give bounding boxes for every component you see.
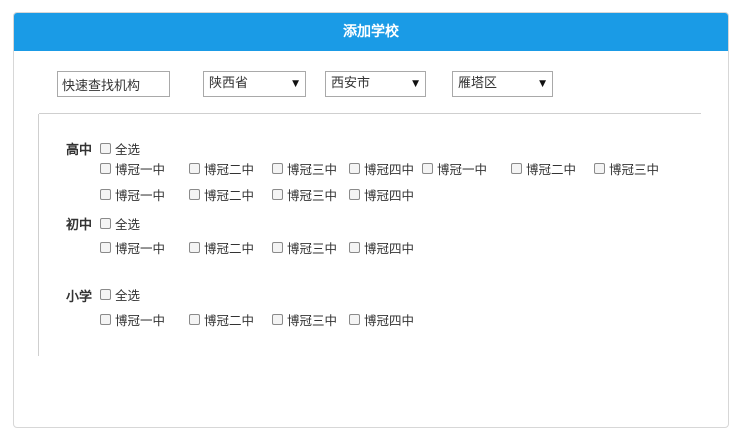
group-label-primary: 小学 — [66, 290, 93, 305]
school-checkbox[interactable]: 博冠三中 — [272, 159, 337, 178]
school-checkbox[interactable]: 博冠二中 — [189, 159, 254, 178]
checkbox-icon — [511, 163, 522, 174]
select-all-middle-checkbox[interactable]: 全选 — [100, 214, 140, 233]
checkbox-icon — [272, 163, 283, 174]
checkbox-icon — [100, 143, 111, 154]
checkbox-icon — [349, 314, 360, 325]
chevron-down-icon: ▼ — [412, 79, 419, 89]
chevron-down-icon: ▼ — [292, 79, 299, 89]
school-checkbox[interactable]: 博冠二中 — [189, 185, 254, 204]
dialog-title: 添加学校 — [14, 13, 728, 51]
group-label-high: 高中 — [66, 143, 93, 158]
province-select-value: 陕西省 — [209, 76, 249, 91]
school-checkbox[interactable]: 博冠一中 — [100, 310, 165, 329]
checkbox-icon — [594, 163, 605, 174]
checkbox-icon — [272, 242, 283, 253]
checkbox-icon — [189, 189, 200, 200]
checkbox-icon — [422, 163, 433, 174]
school-checkbox[interactable]: 博冠三中 — [594, 159, 659, 178]
school-checkbox[interactable]: 博冠二中 — [189, 238, 254, 257]
school-checkbox[interactable]: 博冠四中 — [349, 159, 414, 178]
checkbox-icon — [349, 189, 360, 200]
school-checkbox[interactable]: 博冠三中 — [272, 238, 337, 257]
school-checkbox[interactable]: 博冠四中 — [349, 310, 414, 329]
school-checkbox[interactable]: 博冠三中 — [272, 310, 337, 329]
checkbox-icon — [349, 163, 360, 174]
checkbox-icon — [100, 314, 111, 325]
checkbox-icon — [100, 242, 111, 253]
checkbox-icon — [100, 218, 111, 229]
school-checkbox[interactable]: 博冠一中 — [100, 159, 165, 178]
school-checkbox[interactable]: 博冠一中 — [100, 238, 165, 257]
school-checkbox[interactable]: 博冠四中 — [349, 185, 414, 204]
search-input[interactable] — [57, 71, 170, 97]
add-school-dialog: 添加学校 陕西省 ▼ 西安市 ▼ 雁塔区 ▼ 高中 全选 博冠一中 博冠二中 博… — [13, 12, 729, 428]
city-select-value: 西安市 — [331, 76, 371, 91]
checkbox-icon — [100, 189, 111, 200]
city-select[interactable]: 西安市 ▼ — [325, 71, 426, 97]
school-checkbox[interactable]: 博冠一中 — [100, 185, 165, 204]
school-checkbox[interactable]: 博冠三中 — [272, 185, 337, 204]
checkbox-icon — [189, 163, 200, 174]
school-checkbox[interactable]: 博冠二中 — [511, 159, 576, 178]
district-select[interactable]: 雁塔区 ▼ — [452, 71, 553, 97]
checkbox-icon — [272, 314, 283, 325]
province-select[interactable]: 陕西省 ▼ — [203, 71, 306, 97]
chevron-down-icon: ▼ — [539, 79, 546, 89]
checkbox-icon — [100, 289, 111, 300]
checkbox-icon — [189, 314, 200, 325]
select-all-primary-checkbox[interactable]: 全选 — [100, 285, 140, 304]
school-checkbox[interactable]: 博冠一中 — [422, 159, 487, 178]
checkbox-icon — [189, 242, 200, 253]
district-select-value: 雁塔区 — [458, 76, 498, 91]
divider-vertical — [38, 114, 39, 356]
checkbox-icon — [100, 163, 111, 174]
school-checkbox[interactable]: 博冠四中 — [349, 238, 414, 257]
group-label-middle: 初中 — [66, 218, 93, 233]
divider-horizontal — [39, 113, 701, 114]
school-checkbox[interactable]: 博冠二中 — [189, 310, 254, 329]
checkbox-icon — [272, 189, 283, 200]
select-all-high-checkbox[interactable]: 全选 — [100, 139, 140, 158]
checkbox-icon — [349, 242, 360, 253]
